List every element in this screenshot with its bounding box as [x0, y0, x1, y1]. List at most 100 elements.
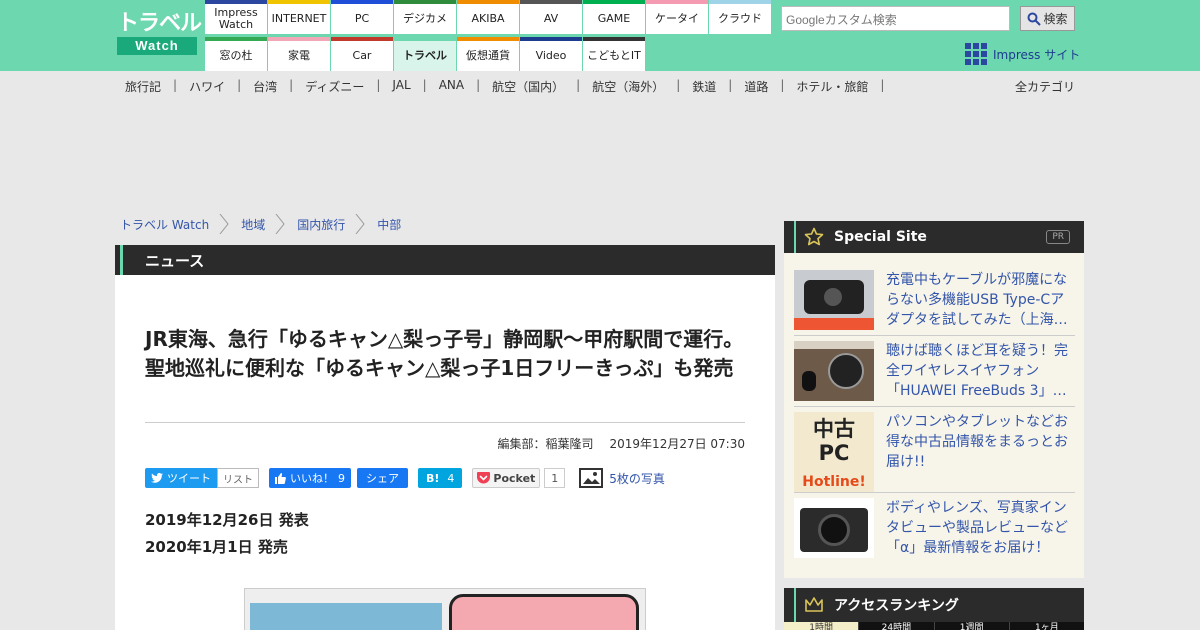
nav-top-item[interactable]: ケータイ: [646, 0, 708, 34]
special-site-item-text: 聴けば聴くほど耳を疑う！完全ワイヤレスイヤフォン「HUAWEI FreeBuds…: [886, 343, 1068, 399]
category-link[interactable]: 鉄道: [692, 78, 716, 95]
pocket-label: Pocket: [493, 471, 536, 485]
special-site-item[interactable]: 中古 PC Hotline! パソコンやタブレットなどお得な中古品情報をまるっとお…: [794, 412, 1075, 492]
pr-badge: PR: [1046, 230, 1070, 244]
facebook-share-button[interactable]: シェア: [357, 468, 408, 488]
category-link[interactable]: JAL: [392, 78, 410, 95]
nav-item-label: Video: [535, 49, 567, 62]
breadcrumb-link[interactable]: 国内旅行: [297, 216, 345, 233]
category-link[interactable]: ハワイ: [189, 78, 225, 95]
nav-item-label: GAME: [597, 12, 631, 25]
special-site-item[interactable]: ボディやレンズ、写真家インタビューや製品レビューなど「α」最新情報をお届け！: [794, 498, 1075, 558]
nav-bottom-item[interactable]: Car: [331, 37, 393, 71]
hatena-bookmark-button[interactable]: B! 4: [418, 468, 463, 488]
usb-adapter-thumbnail: [794, 270, 874, 330]
tab-24-hours[interactable]: 24時間: [858, 622, 934, 630]
nav-bottom-item[interactable]: Video: [520, 37, 582, 71]
special-site-item-text: ボディやレンズ、写真家インタビューや製品レビューなど「α」最新情報をお届け！: [886, 500, 1068, 556]
search-button[interactable]: 検索: [1020, 6, 1075, 31]
category-link[interactable]: 台湾: [253, 78, 277, 95]
category-link[interactable]: 道路: [744, 78, 768, 95]
item-divider: [794, 492, 1075, 493]
camera-thumbnail: [794, 498, 874, 558]
photo-train-image: [250, 603, 442, 630]
nav-top-item[interactable]: Impress Watch: [205, 0, 267, 34]
earbuds-thumbnail: [794, 341, 874, 401]
site-logo[interactable]: トラベル Watch: [117, 11, 202, 56]
hotline-logo-text: 中古 PC: [813, 417, 855, 465]
item-divider: [794, 406, 1075, 407]
social-share-bar: ツイート リスト いいね！ 9 シェア B! 4 Pocket 1 5枚の写真: [145, 468, 665, 488]
nav-top-item[interactable]: AV: [520, 0, 582, 34]
special-site-title: Special Site: [834, 229, 927, 245]
all-categories-link[interactable]: 全カテゴリ: [1015, 78, 1075, 95]
publish-datetime: 2019年12月27日 07:30: [609, 437, 745, 451]
article: JR東海、急行「ゆるキャン△梨っ子号」静岡駅～甲府駅間で運行。聖地巡礼に便利な「…: [115, 275, 775, 630]
nav-top-item[interactable]: GAME: [583, 0, 645, 34]
nav-bottom-item[interactable]: 仮想通貨: [457, 37, 519, 71]
tab-1-hour[interactable]: 1時間: [784, 622, 859, 630]
tab-1-month[interactable]: 1ヶ月: [1008, 622, 1084, 630]
breadcrumb-link[interactable]: トラベル Watch: [120, 216, 209, 233]
special-site-item[interactable]: 聴けば聴くほど耳を疑う！完全ワイヤレスイヤフォン「HUAWEI FreeBuds…: [794, 341, 1075, 401]
site-header: トラベル Watch Impress Watch INTERNET PC デジカメ AK…: [0, 0, 1200, 71]
hatena-b-icon: B!: [426, 471, 440, 485]
category-link[interactable]: ディズニー: [305, 78, 364, 95]
category-separator: |: [676, 78, 681, 92]
article-photo[interactable]: [244, 588, 646, 630]
category-link[interactable]: ANA: [439, 78, 464, 95]
category-separator: |: [376, 78, 381, 92]
pocket-count: 1: [544, 468, 566, 488]
category-separator: |: [728, 78, 733, 92]
nav-item-label: AKIBA: [471, 12, 505, 25]
nav-top-item[interactable]: クラウド: [709, 0, 771, 34]
nav-top-item[interactable]: AKIBA: [457, 0, 519, 34]
nav-bottom-item[interactable]: 家電: [268, 37, 330, 71]
category-separator: |: [237, 78, 242, 92]
category-separator: |: [880, 78, 885, 92]
breadcrumb-link[interactable]: 中部: [377, 216, 401, 233]
nav-item-label: PC: [354, 12, 370, 25]
nav-bottom-item[interactable]: 窓の杜: [205, 37, 267, 71]
category-link[interactable]: 航空（海外）: [592, 78, 664, 95]
search-input[interactable]: Googleカスタム検索: [781, 6, 1010, 31]
special-site-item[interactable]: 充電中もケーブルが邪魔にならない多機能USB Type-Cアダプタを試してみた（…: [794, 270, 1075, 330]
nav-item-label: クラウド: [718, 12, 762, 25]
pocket-icon: [477, 472, 491, 484]
pocket-button[interactable]: Pocket: [472, 468, 541, 488]
twitter-bird-icon: [151, 473, 163, 483]
nav-item-label: ケータイ: [655, 12, 699, 25]
nav-top-item[interactable]: PC: [331, 0, 393, 34]
nav-top-item[interactable]: INTERNET: [268, 0, 330, 34]
nav-bottom-item[interactable]: こどもとIT: [583, 37, 645, 71]
impress-site-label: Impress サイト: [993, 47, 1081, 62]
byline: 編集部：稲葉隆司 2019年12月27日 07:30: [498, 435, 746, 452]
article-title: JR東海、急行「ゆるキャン△梨っ子号」静岡駅～甲府駅間で運行。聖地巡礼に便利な「…: [145, 327, 744, 380]
photo-gallery-link[interactable]: 5枚の写真: [579, 468, 665, 488]
tweet-button[interactable]: ツイート: [145, 468, 217, 488]
special-site-item-text: 充電中もケーブルが邪魔にならない多機能USB Type-Cアダプタを試してみた（…: [886, 272, 1068, 328]
nav-bottom-item[interactable]: トラベル: [394, 37, 456, 71]
impress-site-link[interactable]: Impress サイト: [965, 43, 1080, 65]
tweet-label: ツイート: [167, 472, 211, 485]
like-count: 9: [338, 471, 345, 485]
nav-item-label: 仮想通貨: [466, 49, 510, 62]
access-ranking-title: アクセスランキング: [834, 598, 959, 614]
nav-item-label: INTERNET: [271, 12, 327, 25]
category-separator: |: [476, 78, 481, 92]
hatena-count: 4: [447, 471, 455, 485]
nav-top-item[interactable]: デジカメ: [394, 0, 456, 34]
breadcrumb-link[interactable]: 地域: [241, 216, 265, 233]
category-link[interactable]: ホテル・旅館: [796, 78, 868, 95]
like-label: いいね！: [290, 472, 334, 485]
category-link[interactable]: 旅行記: [125, 78, 161, 95]
category-link[interactable]: 航空（国内）: [492, 78, 564, 95]
twitter-list-button[interactable]: リスト: [217, 468, 259, 488]
search-icon: [1027, 12, 1042, 26]
logo-text: トラベル: [117, 11, 202, 36]
list-label: リスト: [223, 474, 253, 486]
facebook-like-button[interactable]: いいね！ 9: [269, 468, 351, 488]
tab-1-week[interactable]: 1週間: [933, 622, 1009, 630]
section-title: ニュース: [145, 251, 205, 270]
grid-icon: [965, 43, 987, 65]
